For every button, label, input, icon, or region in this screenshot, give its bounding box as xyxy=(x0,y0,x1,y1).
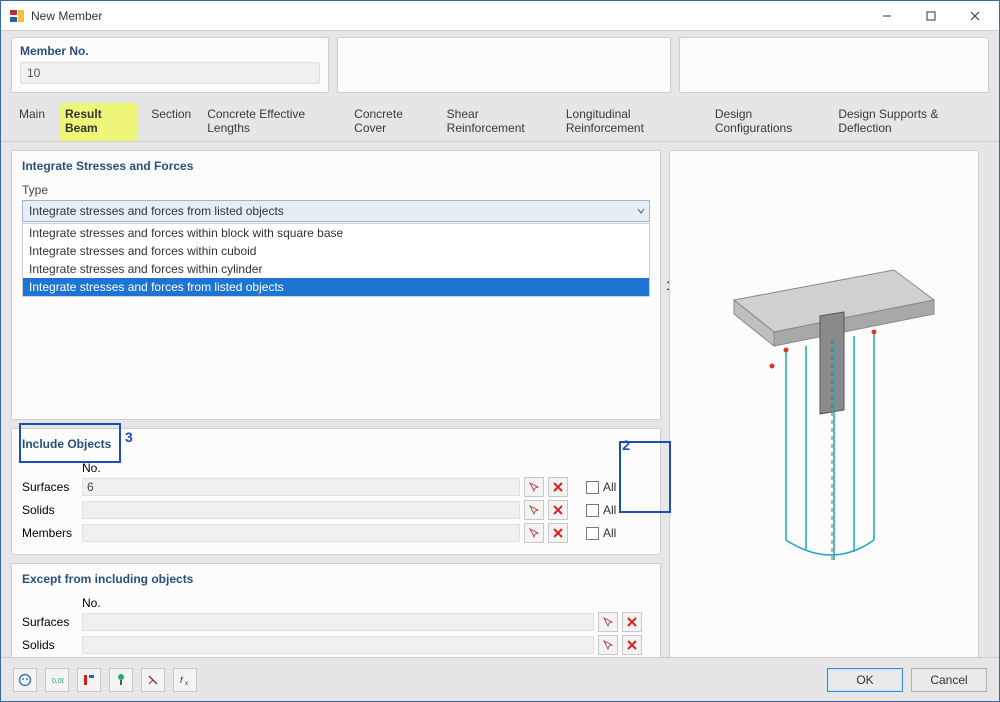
type-option-cuboid[interactable]: Integrate stresses and forces within cub… xyxy=(23,242,649,260)
pick-members-button[interactable] xyxy=(524,523,544,543)
header-panel-2 xyxy=(337,37,671,93)
include-solids-all[interactable]: All xyxy=(586,503,650,517)
svg-text:x: x xyxy=(185,681,188,687)
except-pick-solids-button[interactable] xyxy=(598,635,618,655)
header-panel-3 xyxy=(679,37,989,93)
include-no-header: No. xyxy=(82,461,520,475)
tab-section[interactable]: Section xyxy=(149,103,193,141)
clear-members-button[interactable] xyxy=(548,523,568,543)
svg-text:0,00: 0,00 xyxy=(52,678,64,685)
include-solids-label: Solids xyxy=(22,503,78,517)
tab-result-beam[interactable]: Result Beam xyxy=(59,103,137,141)
include-solids-input[interactable] xyxy=(82,501,520,519)
app-icon xyxy=(9,8,25,24)
tab-longitudinal-reinforcement[interactable]: Longitudinal Reinforcement xyxy=(564,103,701,141)
type-dropdown-list: Integrate stresses and forces within blo… xyxy=(22,223,650,297)
ok-button[interactable]: OK xyxy=(827,668,903,692)
except-no-header: No. xyxy=(82,596,594,610)
type-dropdown[interactable]: Integrate stresses and forces from liste… xyxy=(22,200,650,222)
include-members-all[interactable]: All xyxy=(586,526,650,540)
formula-button[interactable]: fx xyxy=(173,668,197,692)
clear-surfaces-button[interactable] xyxy=(548,477,568,497)
window-title: New Member xyxy=(31,9,865,23)
except-solids-label: Solids xyxy=(22,638,78,652)
include-surfaces-label: Surfaces xyxy=(22,480,78,494)
type-option-cylinder[interactable]: Integrate stresses and forces within cyl… xyxy=(23,260,649,278)
svg-text:f: f xyxy=(180,675,184,685)
clear-solids-button[interactable] xyxy=(548,500,568,520)
except-pick-surfaces-button[interactable] xyxy=(598,612,618,632)
member-no-input[interactable] xyxy=(20,62,320,84)
except-clear-solids-button[interactable] xyxy=(622,635,642,655)
tab-design-configurations[interactable]: Design Configurations xyxy=(713,103,824,141)
type-label: Type xyxy=(22,183,650,197)
include-members-input[interactable] xyxy=(82,524,520,542)
clear-button[interactable] xyxy=(141,668,165,692)
include-objects-panel: Include Objects No. Surfaces 6 All Solid… xyxy=(11,428,661,555)
include-members-label: Members xyxy=(22,526,78,540)
except-surfaces-label: Surfaces xyxy=(22,615,78,629)
except-clear-surfaces-button[interactable] xyxy=(622,612,642,632)
minimize-button[interactable] xyxy=(865,2,909,30)
preview-figure-icon xyxy=(694,240,954,600)
integrate-title: Integrate Stresses and Forces xyxy=(22,159,650,173)
close-button[interactable] xyxy=(953,2,997,30)
tab-effective-lengths[interactable]: Concrete Effective Lengths xyxy=(205,103,340,141)
units-button[interactable]: 0,00 xyxy=(45,668,69,692)
include-title: Include Objects xyxy=(22,437,650,451)
cancel-button[interactable]: Cancel xyxy=(911,668,987,692)
type-option-block-square[interactable]: Integrate stresses and forces within blo… xyxy=(23,224,649,242)
tree-button[interactable] xyxy=(109,668,133,692)
pick-surfaces-button[interactable] xyxy=(524,477,544,497)
help-button[interactable] xyxy=(13,668,37,692)
except-title: Except from including objects xyxy=(22,572,650,586)
include-surfaces-input[interactable]: 6 xyxy=(82,478,520,496)
preview-panel xyxy=(669,150,979,690)
maximize-button[interactable] xyxy=(909,2,953,30)
chevron-down-icon xyxy=(637,204,645,218)
tab-concrete-cover[interactable]: Concrete Cover xyxy=(352,103,433,141)
tab-shear-reinforcement[interactable]: Shear Reinforcement xyxy=(445,103,552,141)
member-no-label: Member No. xyxy=(20,44,320,58)
type-dropdown-value: Integrate stresses and forces from liste… xyxy=(29,204,284,218)
except-surfaces-input[interactable] xyxy=(82,613,594,631)
except-solids-input[interactable] xyxy=(82,636,594,654)
tab-design-supports-deflection[interactable]: Design Supports & Deflection xyxy=(836,103,983,141)
tab-main[interactable]: Main xyxy=(17,103,47,141)
pick-solids-button[interactable] xyxy=(524,500,544,520)
type-option-listed-objects[interactable]: Integrate stresses and forces from liste… xyxy=(23,278,649,296)
show-member-button[interactable] xyxy=(77,668,101,692)
integrate-panel: Integrate Stresses and Forces Type Integ… xyxy=(11,150,661,420)
include-surfaces-all[interactable]: All xyxy=(586,480,650,494)
